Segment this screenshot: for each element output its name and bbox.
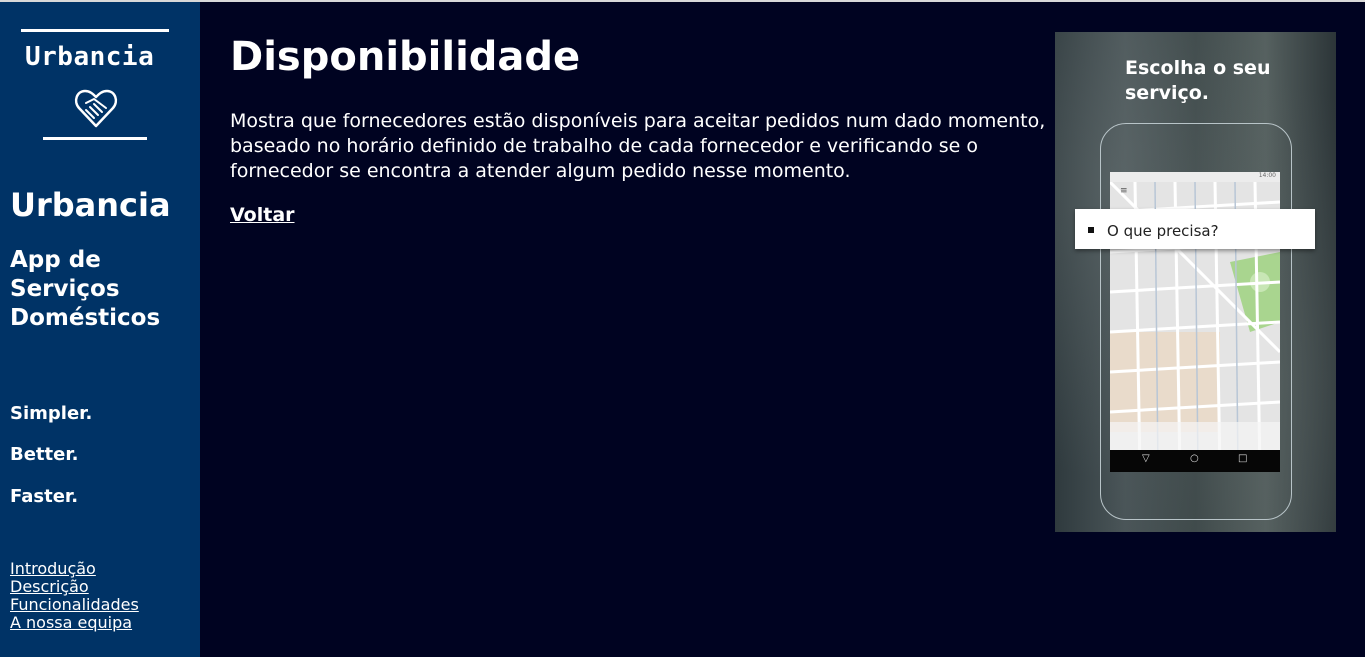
sidebar-nav: Introdução Descrição Funcionalidades A n… (10, 560, 139, 632)
motto-simpler: Simpler. (10, 403, 93, 424)
nav-link-introducao[interactable]: Introdução (10, 560, 139, 578)
motto-faster: Faster. (10, 486, 79, 507)
menu-icon: ≡ (1120, 186, 1128, 196)
motto-better: Better. (10, 444, 79, 465)
home-circle-icon: ○ (1190, 453, 1199, 464)
logo-bottom-rule (43, 137, 147, 140)
back-link[interactable]: Voltar (230, 204, 295, 226)
status-time: 14:00 (1258, 172, 1276, 179)
recent-square-icon: □ (1238, 453, 1248, 464)
brand-name: Urbancia (10, 186, 171, 224)
phone-status-bar: 14:00 (1110, 172, 1280, 182)
top-border (0, 0, 1365, 2)
back-triangle-icon: ▽ (1142, 453, 1150, 464)
sidebar: Urbancia Urbancia App de Serviços Domést… (0, 2, 200, 657)
logo-top-rule (21, 29, 169, 32)
promo-title: Escolha o seu serviço. (1125, 57, 1271, 104)
brand-tagline: App de Serviços Domésticos (10, 247, 161, 331)
map-district (1110, 332, 1220, 432)
app-promo-image: Escolha o seu serviço. 14:00 ≡ ▽ ○ □ O q… (1055, 32, 1336, 532)
nav-link-equipa[interactable]: A nossa equipa (10, 614, 139, 632)
logo-text: Urbancia (25, 42, 155, 72)
page-title: Disponibilidade (230, 34, 581, 80)
phone-nav-bar: ▽ ○ □ (1110, 450, 1280, 472)
nav-link-funcionalidades[interactable]: Funcionalidades (10, 596, 139, 614)
handshake-heart-icon (74, 89, 118, 128)
bullet-icon (1088, 227, 1094, 233)
service-search-card: O que precisa? (1075, 209, 1315, 249)
service-search-placeholder: O que precisa? (1107, 222, 1219, 240)
feature-description: Mostra que fornecedores estão disponívei… (230, 110, 1046, 182)
nav-link-descricao[interactable]: Descrição (10, 578, 139, 596)
